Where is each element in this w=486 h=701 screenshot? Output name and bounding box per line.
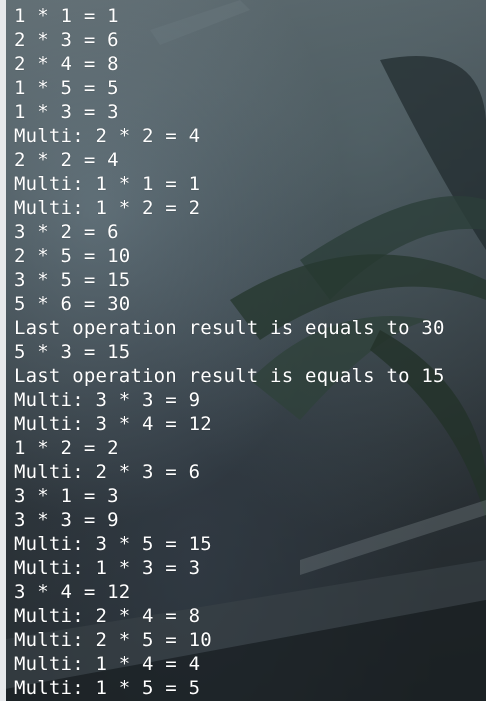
- output-line: Multi: 2 * 2 = 4: [14, 125, 201, 147]
- output-line: Multi: 1 * 4 = 4: [14, 653, 201, 675]
- output-line: Last operation result is equals to 15: [14, 365, 445, 387]
- output-line: 2 * 5 = 10: [14, 245, 131, 267]
- output-line: 2 * 2 = 4: [14, 149, 119, 171]
- terminal-output: 1 * 1 = 1 2 * 3 = 6 2 * 4 = 8 1 * 5 = 5 …: [14, 4, 445, 700]
- output-line: 1 * 1 = 1: [14, 5, 119, 27]
- output-line: Multi: 3 * 3 = 9: [14, 389, 201, 411]
- output-line: Multi: 1 * 5 = 5: [14, 677, 201, 699]
- output-line: Multi: 1 * 3 = 3: [14, 557, 201, 579]
- window-edge: [0, 0, 6, 701]
- output-line: 2 * 3 = 6: [14, 29, 119, 51]
- output-line: 3 * 1 = 3: [14, 485, 119, 507]
- output-line: Multi: 3 * 5 = 15: [14, 533, 212, 555]
- output-line: Multi: 2 * 4 = 8: [14, 605, 201, 627]
- output-line: 1 * 5 = 5: [14, 77, 119, 99]
- output-line: Multi: 3 * 4 = 12: [14, 413, 212, 435]
- output-line: 3 * 4 = 12: [14, 581, 131, 603]
- output-line: 2 * 4 = 8: [14, 53, 119, 75]
- terminal-window[interactable]: 1 * 1 = 1 2 * 3 = 6 2 * 4 = 8 1 * 5 = 5 …: [0, 0, 486, 701]
- output-line: Multi: 2 * 5 = 10: [14, 629, 212, 651]
- output-line: 1 * 3 = 3: [14, 101, 119, 123]
- output-line: Last operation result is equals to 30: [14, 317, 445, 339]
- output-line: Multi: 1 * 2 = 2: [14, 197, 201, 219]
- output-line: Multi: 1 * 1 = 1: [14, 173, 201, 195]
- output-line: 5 * 3 = 15: [14, 341, 131, 363]
- output-line: 5 * 6 = 30: [14, 293, 131, 315]
- output-line: 3 * 5 = 15: [14, 269, 131, 291]
- output-line: Multi: 2 * 3 = 6: [14, 461, 201, 483]
- output-line: 3 * 3 = 9: [14, 509, 119, 531]
- output-line: 3 * 2 = 6: [14, 221, 119, 243]
- output-line: 1 * 2 = 2: [14, 437, 119, 459]
